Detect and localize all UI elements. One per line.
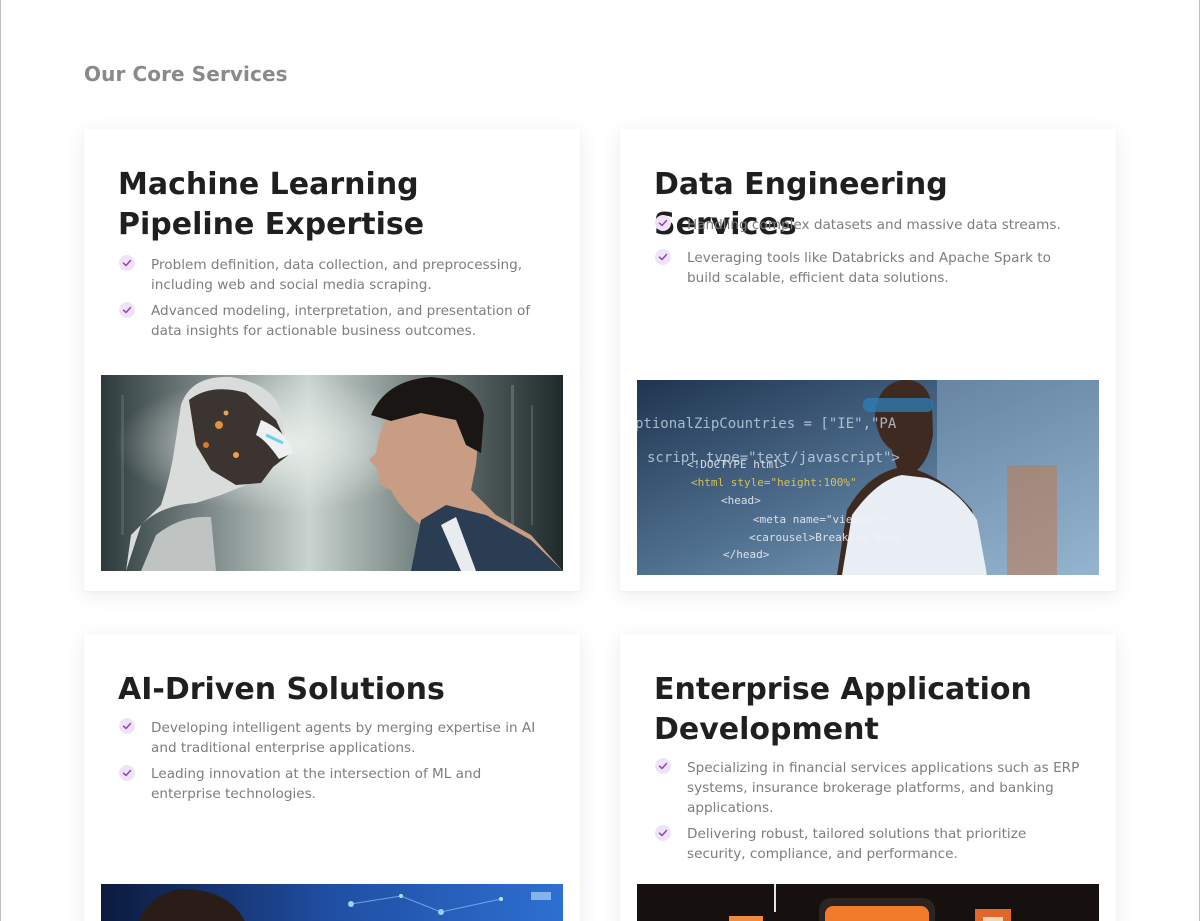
mobile-app-image bbox=[637, 884, 1099, 921]
check-icon bbox=[655, 215, 671, 231]
robot-and-man-image bbox=[101, 375, 563, 571]
service-card-data-engineering: Data Engineering Services Handling compl… bbox=[620, 129, 1116, 591]
bullet-text: Developing intelligent agents by merging… bbox=[151, 720, 536, 756]
code-line: <meta name="viewport" bbox=[753, 513, 892, 526]
code-line: <!DOCTYPE html> bbox=[687, 458, 787, 471]
code-line: <carousel>Breaking-News bbox=[749, 531, 901, 544]
code-line: <html style="height:100%" bbox=[691, 476, 857, 489]
list-item: Specializing in financial services appli… bbox=[654, 758, 1084, 818]
bullet-list: Specializing in financial services appli… bbox=[654, 758, 1084, 870]
bullet-list: Developing intelligent agents by merging… bbox=[118, 718, 548, 810]
list-item: Delivering robust, tailored solutions th… bbox=[654, 824, 1084, 864]
bullet-text: Advanced modeling, interpretation, and p… bbox=[151, 303, 531, 339]
bullet-text: Specializing in financial services appli… bbox=[687, 760, 1080, 816]
bullet-text: Delivering robust, tailored solutions th… bbox=[687, 826, 1027, 862]
bullet-text: Leveraging tools like Databricks and Apa… bbox=[687, 250, 1051, 286]
bullet-list: Problem definition, data collection, and… bbox=[118, 255, 548, 347]
check-icon bbox=[119, 718, 135, 734]
check-icon bbox=[655, 825, 671, 841]
list-item: Leading innovation at the intersection o… bbox=[118, 764, 548, 804]
code-line: <head> bbox=[721, 494, 761, 507]
card-title: Enterprise Application Development bbox=[654, 672, 1032, 747]
list-item: Leveraging tools like Databricks and Apa… bbox=[654, 248, 1084, 288]
card-title: AI-Driven Solutions bbox=[118, 672, 445, 707]
bullet-text: Handling complex datasets and massive da… bbox=[687, 217, 1061, 233]
card-title: Machine Learning Pipeline Expertise bbox=[118, 167, 425, 242]
developer-code-image: ptionalZipCountries = ["IE","PA script t… bbox=[637, 380, 1099, 575]
list-item: Developing intelligent agents by merging… bbox=[118, 718, 548, 758]
check-icon bbox=[655, 758, 671, 774]
service-card-ml-pipeline: Machine Learning Pipeline Expertise Prob… bbox=[84, 129, 580, 591]
bullet-text: Problem definition, data collection, and… bbox=[151, 257, 523, 293]
list-item: Handling complex datasets and massive da… bbox=[654, 215, 1084, 235]
bullet-text: Leading innovation at the intersection o… bbox=[151, 766, 482, 802]
service-card-ai-solutions: AI-Driven Solutions Developing intellige… bbox=[84, 634, 580, 921]
code-line: </head> bbox=[723, 548, 770, 561]
bullet-list: Handling complex datasets and massive da… bbox=[654, 215, 1084, 294]
service-card-enterprise-apps: Enterprise Application Development Speci… bbox=[620, 634, 1116, 921]
check-icon bbox=[655, 249, 671, 265]
check-icon bbox=[119, 255, 135, 271]
code-line: ptionalZipCountries = ["IE","PA bbox=[637, 416, 897, 432]
section-title: Our Core Services bbox=[84, 62, 288, 86]
list-item: Problem definition, data collection, and… bbox=[118, 255, 548, 295]
ai-network-image bbox=[101, 884, 563, 921]
check-icon bbox=[119, 302, 135, 318]
list-item: Advanced modeling, interpretation, and p… bbox=[118, 301, 548, 341]
check-icon bbox=[119, 765, 135, 781]
